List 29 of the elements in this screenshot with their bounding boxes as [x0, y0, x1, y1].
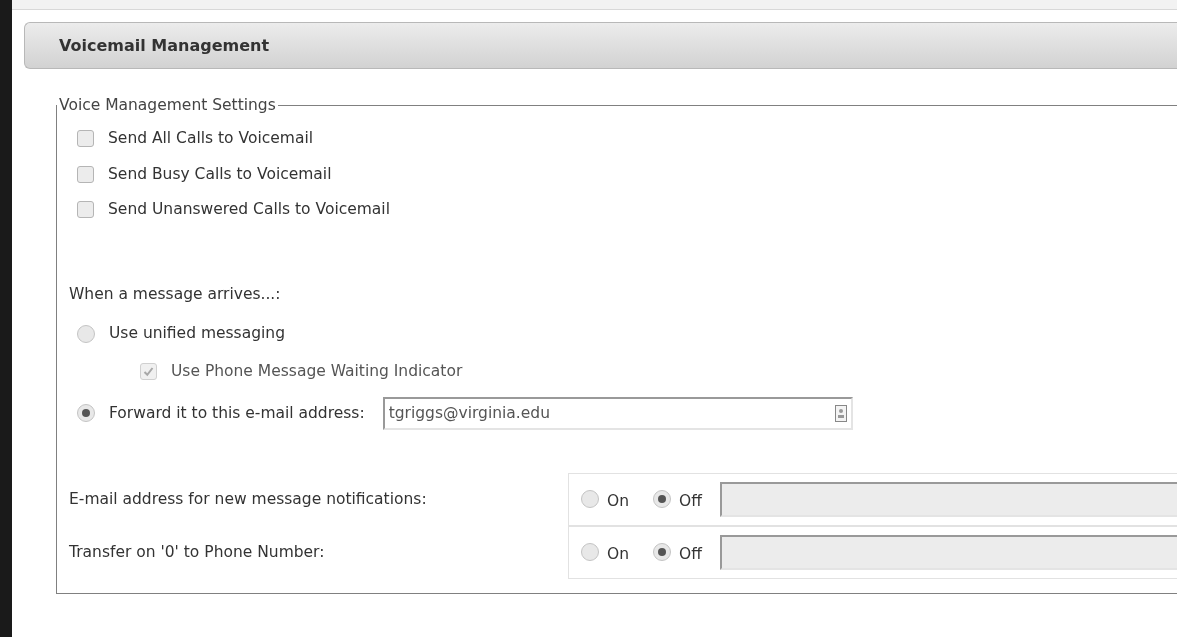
row-label: E-mail address for new message notifications:: [69, 488, 427, 510]
checkbox-label: Send Busy Calls to Voicemail: [108, 163, 332, 185]
checkbox-label: Use Phone Message Waiting Indicator: [171, 360, 463, 382]
checkmark-icon: [143, 365, 154, 377]
radio-label: Use unified messaging: [109, 323, 285, 345]
section-label: When a message arrives...:: [69, 284, 282, 305]
checkbox[interactable]: [77, 165, 94, 183]
option-label: Off: [679, 490, 702, 512]
row-label: Transfer on '0' to Phone Number:: [69, 541, 325, 563]
radio-button[interactable]: [581, 543, 599, 562]
radio-button[interactable]: [653, 543, 672, 562]
option-label: On: [607, 490, 630, 512]
radio-button[interactable]: [581, 490, 599, 509]
panel-title: Voicemail Management: [59, 34, 270, 57]
checkbox-label: Send Unanswered Calls to Voicemail: [108, 198, 390, 220]
checkbox[interactable]: [77, 130, 94, 148]
checkbox-label: Send All Calls to Voicemail: [108, 128, 313, 150]
radio-button[interactable]: [653, 490, 672, 509]
text-field[interactable]: [719, 534, 1177, 570]
option-label: On: [607, 543, 630, 565]
option-label: Off: [679, 543, 702, 565]
contact-card-icon: [834, 404, 847, 422]
radio-button[interactable]: [77, 324, 95, 343]
email-field[interactable]: tgriggs@virginia.edu: [382, 396, 853, 430]
checkbox[interactable]: [77, 200, 94, 218]
radio-label: Forward it to this e-mail address:: [109, 402, 365, 424]
group-legend: Voice Management Settings: [57, 94, 278, 118]
text-field[interactable]: [719, 481, 1177, 517]
radio-button[interactable]: [77, 404, 95, 423]
